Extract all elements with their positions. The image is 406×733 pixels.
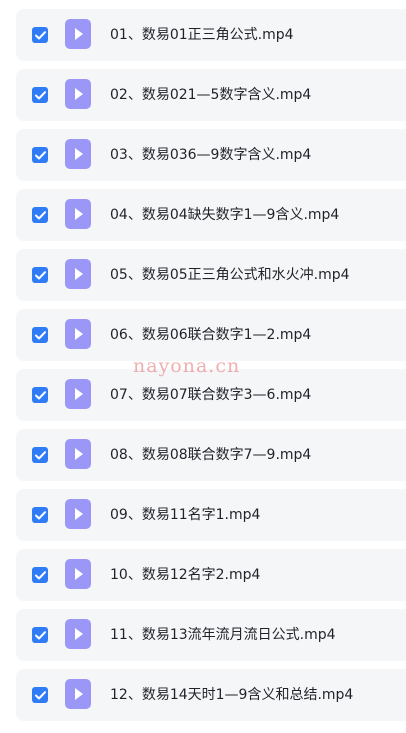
checkmark-icon xyxy=(34,270,46,279)
video-file-icon xyxy=(65,439,91,469)
file-row[interactable]: 08、数易08联合数字7—9.mp4 xyxy=(16,429,406,481)
checkbox[interactable] xyxy=(32,267,48,283)
checkmark-icon xyxy=(34,90,46,99)
checkbox[interactable] xyxy=(32,507,48,523)
video-file-icon xyxy=(65,319,91,349)
checkbox[interactable] xyxy=(32,327,48,343)
file-name: 12、数易14天时1—9含义和总结.mp4 xyxy=(110,687,354,703)
file-row[interactable]: 07、数易07联合数字3—6.mp4 xyxy=(16,369,406,421)
file-name: 09、数易11名字1.mp4 xyxy=(110,507,261,523)
checkmark-icon xyxy=(34,150,46,159)
video-file-icon xyxy=(65,499,91,529)
checkbox[interactable] xyxy=(32,27,48,43)
file-name: 10、数易12名字2.mp4 xyxy=(110,567,261,583)
file-row[interactable]: 01、数易01正三角公式.mp4 xyxy=(16,9,406,61)
checkbox[interactable] xyxy=(32,687,48,703)
file-name: 04、数易04缺失数字1—9含义.mp4 xyxy=(110,207,340,223)
file-row[interactable]: 10、数易12名字2.mp4 xyxy=(16,549,406,601)
file-name: 02、数易021—5数字含义.mp4 xyxy=(110,87,312,103)
video-file-icon xyxy=(65,19,91,49)
file-list: 01、数易01正三角公式.mp4 02、数易021—5数字含义.mp4 03、数… xyxy=(0,0,406,733)
file-name: 11、数易13流年流月流日公式.mp4 xyxy=(110,627,336,643)
checkmark-icon xyxy=(34,510,46,519)
checkmark-icon xyxy=(34,390,46,399)
checkmark-icon xyxy=(34,450,46,459)
file-row[interactable]: 02、数易021—5数字含义.mp4 xyxy=(16,69,406,121)
video-file-icon xyxy=(65,259,91,289)
checkbox[interactable] xyxy=(32,627,48,643)
checkbox[interactable] xyxy=(32,567,48,583)
checkmark-icon xyxy=(34,690,46,699)
checkmark-icon xyxy=(34,570,46,579)
video-file-icon xyxy=(65,79,91,109)
file-row[interactable]: 12、数易14天时1—9含义和总结.mp4 xyxy=(16,669,406,721)
file-row[interactable]: 03、数易036—9数字含义.mp4 xyxy=(16,129,406,181)
file-row[interactable]: 06、数易06联合数字1—2.mp4 xyxy=(16,309,406,361)
video-file-icon xyxy=(65,559,91,589)
file-row[interactable]: 05、数易05正三角公式和水火冲.mp4 xyxy=(16,249,406,301)
file-row[interactable]: 04、数易04缺失数字1—9含义.mp4 xyxy=(16,189,406,241)
video-file-icon xyxy=(65,679,91,709)
checkbox[interactable] xyxy=(32,387,48,403)
checkmark-icon xyxy=(34,30,46,39)
video-file-icon xyxy=(65,139,91,169)
video-file-icon xyxy=(65,619,91,649)
video-file-icon xyxy=(65,199,91,229)
checkmark-icon xyxy=(34,330,46,339)
file-row[interactable]: 11、数易13流年流月流日公式.mp4 xyxy=(16,609,406,661)
file-name: 03、数易036—9数字含义.mp4 xyxy=(110,147,312,163)
checkmark-icon xyxy=(34,630,46,639)
checkmark-icon xyxy=(34,210,46,219)
file-name: 07、数易07联合数字3—6.mp4 xyxy=(110,387,312,403)
checkbox[interactable] xyxy=(32,87,48,103)
video-file-icon xyxy=(65,379,91,409)
file-name: 06、数易06联合数字1—2.mp4 xyxy=(110,327,312,343)
checkbox[interactable] xyxy=(32,207,48,223)
file-row[interactable]: 09、数易11名字1.mp4 xyxy=(16,489,406,541)
file-name: 01、数易01正三角公式.mp4 xyxy=(110,27,294,43)
file-name: 05、数易05正三角公式和水火冲.mp4 xyxy=(110,267,350,283)
checkbox[interactable] xyxy=(32,447,48,463)
checkbox[interactable] xyxy=(32,147,48,163)
file-name: 08、数易08联合数字7—9.mp4 xyxy=(110,447,312,463)
